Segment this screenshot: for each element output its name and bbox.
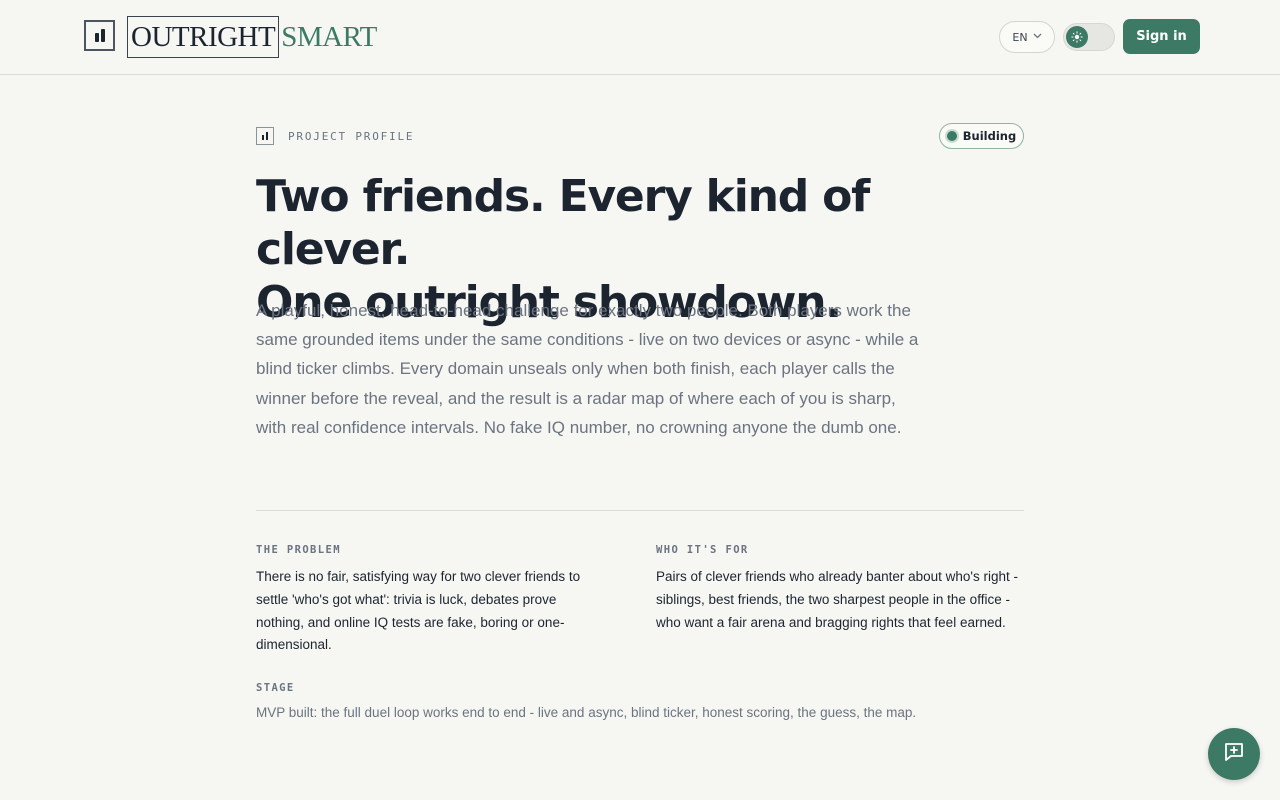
brand-part-right: RIGHT	[189, 21, 276, 53]
eyebrow-label: PROJECT PROFILE	[288, 129, 415, 143]
language-label: EN	[1012, 30, 1028, 44]
status-label: Building	[962, 129, 1017, 143]
status-dot-icon	[946, 131, 957, 141]
theme-toggle[interactable]	[1063, 23, 1115, 51]
sign-in-button[interactable]: Sign in	[1123, 19, 1200, 54]
eyebrow: PROJECT PROFILE	[256, 126, 414, 146]
problem-text: There is no fair, satisfying way for two…	[256, 569, 581, 653]
section-divider	[256, 510, 1024, 511]
project-description: A playful, honest, head-to-head challeng…	[256, 301, 919, 437]
top-nav: OUTRIGHT SMART EN Sign in	[0, 0, 1280, 75]
status-badge: Building	[939, 123, 1024, 149]
problem-heading: THE PROBLEM	[256, 544, 341, 556]
sun-icon	[1066, 26, 1088, 48]
stage-text: MVP built: the full duel loop works end …	[256, 705, 917, 720]
feedback-button[interactable]	[1208, 728, 1260, 780]
brand-part-smart: SMART	[281, 20, 377, 53]
feedback-plus-icon	[1222, 740, 1246, 768]
brand-part-out: OUT	[131, 21, 190, 53]
chevron-down-icon	[1033, 32, 1042, 42]
page-title-line1: Two friends. Every kind of clever.	[256, 171, 870, 275]
bar-chart-icon	[256, 127, 274, 145]
audience-heading: WHO IT'S FOR	[656, 544, 749, 556]
logo-icon[interactable]	[84, 20, 115, 51]
brand-wordmark[interactable]: OUTRIGHT SMART	[127, 16, 377, 58]
stage-heading: STAGE	[256, 682, 295, 694]
audience-text: Pairs of clever friends who already bant…	[656, 569, 1019, 630]
language-selector[interactable]: EN	[999, 21, 1055, 53]
brand-wordmark-boxed: OUTRIGHT	[127, 16, 280, 58]
